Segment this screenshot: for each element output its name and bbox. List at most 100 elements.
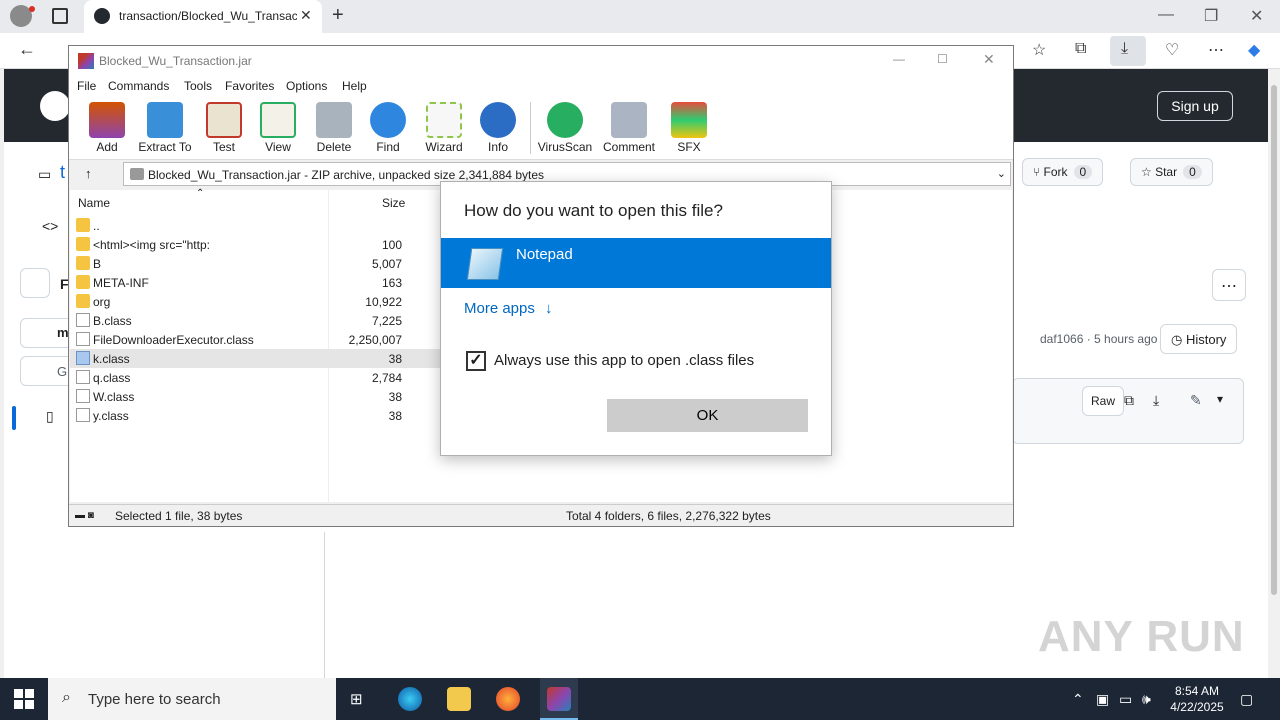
arrow-down-icon: ↓ [545, 300, 553, 317]
page-scrollbar[interactable] [1268, 69, 1280, 678]
view-button[interactable]: View [248, 102, 308, 154]
window-restore-button[interactable]: ❐ [1204, 6, 1218, 26]
sign-up-button[interactable]: Sign up [1157, 91, 1233, 121]
menu-favorites[interactable]: Favorites [225, 79, 274, 93]
chevron-down-icon[interactable]: ▾ [1217, 392, 1223, 406]
system-clock[interactable]: 8:54 AM 4/22/2025 [1162, 683, 1232, 715]
taskbar-search-box[interactable]: ⌕ Type here to search [48, 678, 336, 720]
archive-path-text: Blocked_Wu_Transaction.jar - ZIP archive… [148, 168, 544, 182]
menu-help[interactable]: Help [342, 79, 367, 93]
winrar-taskbar-icon [547, 687, 571, 711]
more-apps-link[interactable]: More apps ↓ [464, 300, 553, 317]
scroll-thumb[interactable] [1271, 85, 1277, 595]
copy-icon[interactable]: ⧉ [1124, 392, 1134, 409]
github-logo-icon[interactable] [40, 91, 70, 121]
history-button[interactable]: ◷ History [1160, 324, 1238, 354]
file-list-row[interactable]: B.class 7,225 [70, 311, 440, 330]
file-list-row[interactable]: k.class 38 [70, 349, 440, 368]
browser-tabbar: transaction/Blocked_Wu_Transac ✕ + — ❐ ✕ [0, 0, 1280, 33]
task-view-icon[interactable]: ⊞ [350, 690, 363, 708]
file-name: .. [93, 219, 100, 233]
windows-start-icon[interactable] [14, 689, 34, 709]
sidebar-toggle-icon[interactable] [20, 268, 50, 298]
collections-icon[interactable]: ⧉ [1075, 40, 1086, 58]
downloads-button[interactable]: ⤓ [1110, 36, 1146, 66]
info-button[interactable]: Info [468, 102, 528, 154]
file-list-row[interactable]: y.class 38 [70, 406, 440, 425]
file-list-row[interactable]: FileDownloaderExecutor.class 2,250,007 [70, 330, 440, 349]
comment-button[interactable]: Comment [599, 102, 659, 154]
comment-bubble-icon [611, 102, 647, 138]
menu-options[interactable]: Options [286, 79, 327, 93]
file-list-row[interactable]: q.class 2,784 [70, 368, 440, 387]
notifications-icon[interactable]: ▢ [1240, 691, 1253, 708]
browser-essentials-icon[interactable]: ♡ [1165, 40, 1179, 60]
window-minimize-button[interactable]: — [1158, 6, 1174, 24]
file-list-row[interactable]: META-INF 163 [70, 273, 440, 292]
edit-pencil-icon[interactable]: ✎ [1190, 392, 1202, 409]
app-option-notepad[interactable]: Notepad [441, 238, 831, 288]
tab-actions-icon[interactable] [52, 8, 68, 24]
virusscan-button[interactable]: VirusScan [535, 102, 595, 154]
menu-tools[interactable]: Tools [184, 79, 212, 93]
wizard-wand-icon [426, 102, 462, 138]
code-tab-icon[interactable]: <> [42, 218, 58, 234]
file-size: 38 [388, 352, 402, 366]
menu-commands[interactable]: Commands [108, 79, 169, 93]
find-button[interactable]: Find [358, 102, 418, 154]
tray-device-icon[interactable]: ▣ [1096, 691, 1109, 708]
fork-button[interactable]: ⑂ Fork 0 [1022, 158, 1104, 186]
window-close-button[interactable]: ✕ [1250, 6, 1263, 26]
test-button[interactable]: Test [194, 102, 254, 154]
winrar-taskbar-button[interactable] [540, 678, 578, 720]
tab-close-button[interactable]: ✕ [300, 7, 312, 24]
winrar-minimize-button[interactable]: — [893, 52, 905, 66]
winrar-title: Blocked_Wu_Transaction.jar [99, 54, 252, 68]
firefox-icon[interactable] [496, 687, 520, 711]
path-dropdown-icon[interactable]: ⌄ [997, 167, 1006, 180]
always-use-checkbox[interactable]: ✓ [466, 351, 486, 371]
add-archive-icon [89, 102, 125, 138]
browser-tab[interactable]: transaction/Blocked_Wu_Transac ✕ [84, 0, 322, 33]
favorites-star-icon[interactable]: ☆ [1032, 40, 1046, 60]
more-options-icon[interactable]: ⋯ [1208, 40, 1224, 60]
file-list-row[interactable]: .. [70, 216, 440, 235]
network-icon[interactable]: ▭ [1119, 691, 1132, 708]
edge-icon[interactable] [398, 687, 422, 711]
delete-trash-icon [316, 102, 352, 138]
app-name: Notepad [516, 246, 573, 263]
status-selected: Selected 1 file, 38 bytes [115, 509, 243, 523]
winrar-close-button[interactable]: ✕ [983, 51, 995, 68]
ok-button[interactable]: OK [607, 399, 808, 432]
file-list-row[interactable]: org 10,922 [70, 292, 440, 311]
column-name-header[interactable]: Name [78, 196, 110, 210]
volume-icon[interactable]: 🕪 [1142, 691, 1151, 708]
file-explorer-icon[interactable] [447, 687, 471, 711]
add-button[interactable]: Add [77, 102, 137, 154]
delete-button[interactable]: Delete [304, 102, 364, 154]
file-list-row[interactable]: <html><img src="http: 100 [70, 235, 440, 254]
file-list-row[interactable]: W.class 38 [70, 387, 440, 406]
copilot-icon[interactable]: ◆ [1248, 40, 1260, 60]
up-arrow-icon[interactable]: ↑ [85, 166, 92, 181]
raw-button[interactable]: Raw [1082, 386, 1125, 416]
menu-file[interactable]: File [77, 79, 96, 93]
tray-chevron-icon[interactable]: ⌃ [1072, 691, 1084, 708]
latest-commit-info[interactable]: daf1066 · 5 hours ago [1040, 332, 1157, 346]
info-label: Info [487, 140, 508, 154]
winrar-maximize-button[interactable]: ☐ [937, 52, 948, 66]
new-tab-button[interactable]: + [332, 4, 344, 27]
divider [324, 532, 325, 678]
file-list-row[interactable]: B 5,007 [70, 254, 440, 273]
extract-to-button[interactable]: Extract To [135, 102, 195, 154]
more-actions-button[interactable]: ⋯ [1212, 269, 1246, 301]
wizard-button[interactable]: Wizard [414, 102, 474, 154]
repo-name-partial[interactable]: t [60, 162, 65, 183]
column-size-header[interactable]: Size [382, 196, 405, 210]
winrar-titlebar[interactable]: Blocked_Wu_Transaction.jar — ☐ ✕ [69, 46, 1013, 76]
clock-time: 8:54 AM [1174, 684, 1220, 698]
star-button[interactable]: ☆ Star 0 [1130, 158, 1213, 186]
sfx-button[interactable]: SFX [659, 102, 719, 154]
download-file-icon[interactable]: ⤓ [1153, 392, 1159, 409]
back-arrow-icon[interactable]: ← [18, 39, 36, 60]
